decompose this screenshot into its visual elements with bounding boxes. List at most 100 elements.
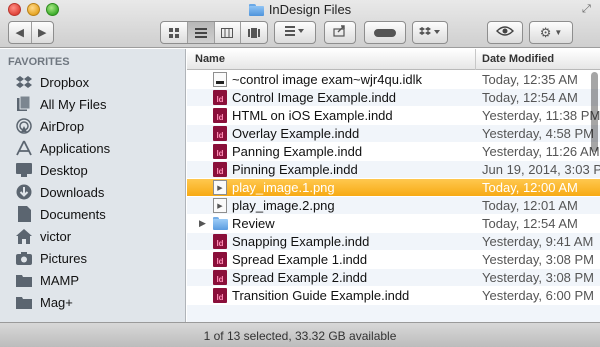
back-forward-control[interactable]: ◀ ▶ <box>8 21 54 44</box>
file-row[interactable]: ~control image exam~wjr4qu.idlk Today, 1… <box>187 71 600 88</box>
file-date: Yesterday, 9:41 AM <box>482 234 594 249</box>
indesign-file-icon: Id <box>213 126 227 141</box>
file-date: Yesterday, 3:08 PM <box>482 252 595 267</box>
file-name: HTML on iOS Example.indd <box>232 108 393 123</box>
window-title-text: InDesign Files <box>268 2 352 17</box>
file-date: Today, 12:54 AM <box>482 216 578 231</box>
sidebar-item-label: All My Files <box>40 96 107 112</box>
icon-view-icon[interactable] <box>161 22 188 43</box>
sidebar-item-victor[interactable]: victor <box>0 225 186 247</box>
camera-icon <box>16 250 32 266</box>
document-icon <box>213 72 227 87</box>
tag-button[interactable] <box>364 21 406 44</box>
file-row[interactable]: Id Spread Example 1.indd Yesterday, 3:08… <box>187 251 600 268</box>
arrange-button[interactable] <box>274 21 316 44</box>
chevron-right-icon[interactable]: ▶ <box>32 22 54 43</box>
file-row[interactable]: Id Snapping Example.indd Yesterday, 9:41… <box>187 233 600 250</box>
file-name: Pinning Example.indd <box>232 162 358 177</box>
file-row[interactable]: ▶ Review Today, 12:54 AM <box>187 215 600 232</box>
sidebar-item-mag-plus[interactable]: Mag+ <box>0 291 186 313</box>
file-row[interactable]: Id Panning Example.indd Yesterday, 11:26… <box>187 143 600 160</box>
coverflow-view-icon[interactable] <box>241 22 267 43</box>
sidebar-item-applications[interactable]: Applications <box>0 137 186 159</box>
dropbox-button[interactable] <box>412 21 448 44</box>
file-date: Yesterday, 11:38 PM <box>482 108 600 123</box>
folder-icon <box>16 272 32 288</box>
sidebar-item-label: Dropbox <box>40 74 90 90</box>
sidebar-item-label: Downloads <box>40 184 105 200</box>
sidebar-item-desktop[interactable]: Desktop <box>0 159 186 181</box>
file-name: Snapping Example.indd <box>232 234 370 249</box>
sidebar-item-airdrop[interactable]: AirDrop <box>0 115 186 137</box>
indesign-file-icon: Id <box>213 234 227 249</box>
image-file-icon: ▶ <box>213 180 227 195</box>
share-icon <box>333 25 347 40</box>
file-name: Review <box>232 216 275 231</box>
file-row-selected[interactable]: ▶ play_image.1.png Today, 12:00 AM <box>187 179 600 196</box>
image-file-icon: ▶ <box>213 198 227 213</box>
sidebar-item-label: victor <box>40 228 72 244</box>
sidebar-item-mamp[interactable]: MAMP <box>0 269 186 291</box>
file-date: Today, 12:00 AM <box>482 180 578 195</box>
file-name: Spread Example 1.indd <box>232 252 368 267</box>
share-button[interactable] <box>324 21 356 44</box>
status-text: 1 of 13 selected, 33.32 GB available <box>203 329 397 343</box>
sidebar-item-pictures[interactable]: Pictures <box>0 247 186 269</box>
file-date: Jun 19, 2014, 3:03 PM <box>482 162 600 177</box>
arrange-icon <box>285 26 305 39</box>
desktop-icon <box>16 162 32 178</box>
file-date: Today, 12:01 AM <box>482 198 578 213</box>
file-date: Today, 12:54 AM <box>482 90 578 105</box>
tag-icon <box>374 28 396 37</box>
indesign-file-icon: Id <box>213 252 227 267</box>
sidebar-heading: FAVORITES <box>8 56 70 68</box>
file-row[interactable]: ▶ play_image.2.png Today, 12:01 AM <box>187 197 600 214</box>
dropbox-icon <box>16 74 32 90</box>
documents-icon <box>16 206 32 222</box>
sidebar-item-label: Desktop <box>40 162 88 178</box>
sidebar-item-dropbox[interactable]: Dropbox <box>0 71 186 93</box>
file-list: ~control image exam~wjr4qu.idlk Today, 1… <box>187 70 600 322</box>
window-title: InDesign Files <box>0 1 600 18</box>
file-row[interactable]: Id Control Image Example.indd Today, 12:… <box>187 89 600 106</box>
indesign-file-icon: Id <box>213 288 227 303</box>
file-date: Yesterday, 4:58 PM <box>482 126 595 141</box>
list-view-icon[interactable] <box>187 22 215 43</box>
quicklook-button[interactable] <box>487 21 523 44</box>
scrollbar[interactable] <box>591 72 598 152</box>
sidebar-item-label: Pictures <box>40 250 87 266</box>
column-header-name[interactable]: Name <box>195 53 225 65</box>
airdrop-icon <box>16 118 32 134</box>
sidebar-item-all-my-files[interactable]: All My Files <box>0 93 186 115</box>
eye-icon <box>496 26 514 39</box>
file-date: Yesterday, 6:00 PM <box>482 288 595 303</box>
file-name: ~control image exam~wjr4qu.idlk <box>232 72 423 87</box>
file-row[interactable]: Id Overlay Example.indd Yesterday, 4:58 … <box>187 125 600 142</box>
sidebar-item-label: Applications <box>40 140 111 156</box>
folder-icon <box>213 216 228 231</box>
column-divider[interactable] <box>475 49 476 70</box>
fullscreen-icon[interactable]: ⤢ <box>582 3 594 15</box>
indesign-file-icon: Id <box>213 90 227 105</box>
sidebar-item-label: MAMP <box>40 272 79 288</box>
title-bar: InDesign Files ⤢ ◀ ▶ ⚙ ▼ <box>0 0 600 48</box>
sidebar-item-downloads[interactable]: Downloads <box>0 181 186 203</box>
file-name: play_image.2.png <box>232 198 335 213</box>
indesign-file-icon: Id <box>213 108 227 123</box>
file-row[interactable]: Id Spread Example 2.indd Yesterday, 3:08… <box>187 269 600 286</box>
home-icon <box>16 228 32 244</box>
file-row[interactable]: Id HTML on iOS Example.indd Yesterday, 1… <box>187 107 600 124</box>
file-row[interactable]: Id Pinning Example.indd Jun 19, 2014, 3:… <box>187 161 600 178</box>
view-mode-control[interactable] <box>160 21 268 44</box>
all-files-icon <box>16 96 32 112</box>
sidebar-item-documents[interactable]: Documents <box>0 203 186 225</box>
chevron-left-icon[interactable]: ◀ <box>9 22 32 43</box>
folder-icon <box>248 3 264 16</box>
disclosure-triangle-icon[interactable]: ▶ <box>199 218 209 229</box>
indesign-file-icon: Id <box>213 270 227 285</box>
file-row[interactable]: Id Transition Guide Example.indd Yesterd… <box>187 287 600 304</box>
action-button[interactable]: ⚙ ▼ <box>529 21 573 44</box>
column-header-date-modified[interactable]: Date Modified <box>482 53 554 65</box>
column-view-icon[interactable] <box>215 22 242 43</box>
column-header-bar: Name Date Modified <box>187 49 600 70</box>
